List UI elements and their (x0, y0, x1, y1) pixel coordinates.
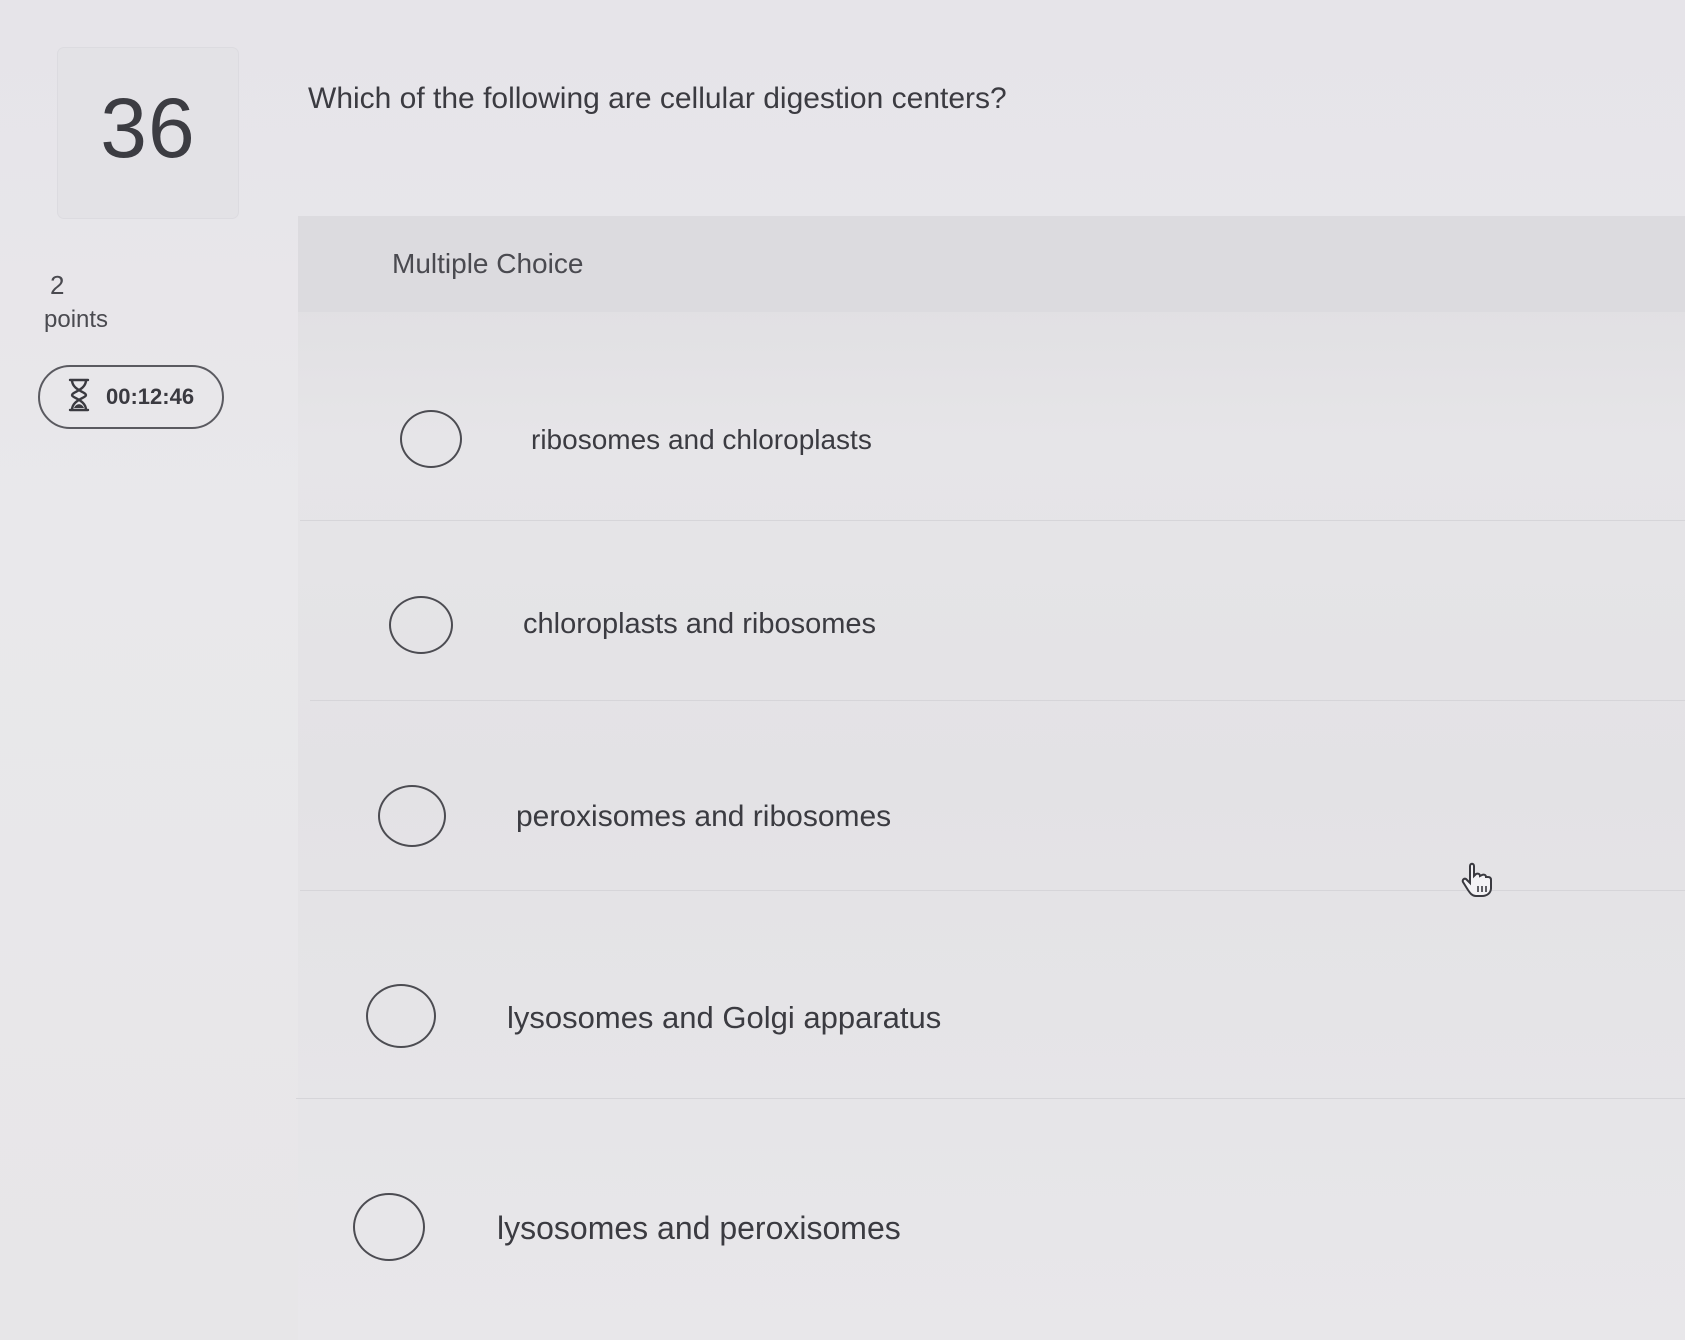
option-divider (296, 1098, 1685, 1099)
answer-panel (298, 216, 1685, 1340)
answer-option-4[interactable] (366, 984, 436, 1048)
radio-button-1[interactable] (400, 410, 462, 468)
answer-option-2-label[interactable]: chloroplasts and ribosomes (523, 608, 876, 641)
question-number-box: 36 (58, 48, 238, 218)
option-divider (300, 520, 1685, 521)
radio-button-4[interactable] (366, 984, 436, 1048)
answer-option-5[interactable] (353, 1193, 425, 1261)
points-label: points (44, 306, 109, 333)
answer-option-5-label[interactable]: lysosomes and peroxisomes (497, 1210, 901, 1247)
answer-option-3-label[interactable]: peroxisomes and ribosomes (516, 800, 891, 834)
option-divider (310, 700, 1685, 701)
question-number: 36 (100, 80, 196, 175)
timer-badge: 00:12:46 (38, 365, 224, 429)
hourglass-icon (66, 378, 92, 417)
answer-option-2[interactable] (389, 596, 453, 654)
question-type-label: Multiple Choice (392, 248, 584, 279)
answer-option-4-label[interactable]: lysosomes and Golgi apparatus (507, 1000, 941, 1036)
points-value: 2 (50, 270, 65, 300)
radio-button-3[interactable] (378, 785, 446, 847)
answer-option-1[interactable] (400, 410, 462, 468)
hand-pointer-icon (1458, 860, 1498, 900)
answer-option-3[interactable] (378, 785, 446, 847)
question-text: Which of the following are cellular dige… (308, 82, 1007, 115)
answer-option-1-label[interactable]: ribosomes and chloroplasts (531, 424, 872, 456)
timer-text: 00:12:46 (106, 384, 195, 409)
radio-button-2[interactable] (389, 596, 453, 654)
radio-button-5[interactable] (353, 1193, 425, 1261)
